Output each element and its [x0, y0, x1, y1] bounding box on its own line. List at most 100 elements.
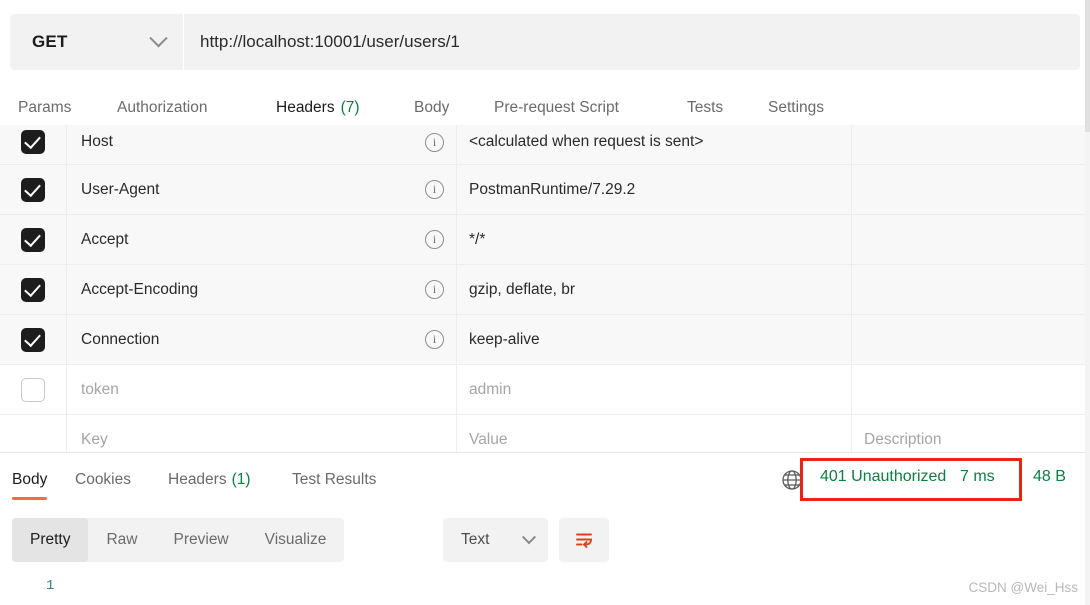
- header-value: gzip, deflate, br: [469, 280, 575, 298]
- key-placeholder-cell[interactable]: Key: [67, 415, 457, 452]
- header-value-cell[interactable]: */*: [457, 215, 852, 264]
- word-wrap-button[interactable]: [559, 518, 609, 562]
- response-format-selector[interactable]: Text: [443, 518, 548, 562]
- view-mode-raw[interactable]: Raw: [88, 518, 155, 562]
- tab-label: Params: [18, 98, 72, 116]
- response-view-mode-group: Pretty Raw Preview Visualize: [12, 518, 345, 562]
- header-value: <calculated when request is sent>: [469, 133, 704, 150]
- header-key-cell[interactable]: Accept i: [67, 215, 457, 264]
- url-input[interactable]: http://localhost:10001/user/users/1: [184, 14, 1080, 70]
- header-enabled-checkbox[interactable]: [21, 377, 45, 402]
- status-code: 401 Unauthorized: [820, 468, 947, 485]
- header-key-cell[interactable]: User-Agent i: [67, 165, 457, 214]
- row-enable-cell: [0, 215, 67, 264]
- header-key: Accept: [81, 230, 129, 248]
- request-tab-tests[interactable]: Tests: [687, 84, 723, 131]
- header-description-cell[interactable]: [852, 165, 1090, 214]
- row-enable-cell: [0, 415, 67, 452]
- url-value: http://localhost:10001/user/users/1: [200, 32, 460, 51]
- request-tab-params[interactable]: Params: [18, 84, 71, 131]
- header-description-cell[interactable]: [852, 315, 1090, 364]
- value-placeholder-cell[interactable]: Value: [457, 415, 852, 452]
- value-placeholder: Value: [469, 430, 508, 448]
- table-row[interactable]: token admin: [0, 365, 1090, 415]
- header-key: Host: [81, 133, 113, 150]
- tab-label: Headers: [168, 470, 227, 488]
- info-circle-icon[interactable]: i: [425, 230, 444, 249]
- info-circle-icon[interactable]: i: [425, 280, 444, 299]
- header-value: PostmanRuntime/7.29.2: [469, 180, 636, 198]
- header-key: Accept-Encoding: [81, 280, 199, 298]
- header-key: User-Agent: [81, 180, 160, 198]
- header-enabled-checkbox[interactable]: [21, 428, 45, 452]
- info-circle-icon[interactable]: i: [425, 132, 444, 152]
- key-placeholder: Key: [81, 430, 108, 448]
- row-enable-cell: [0, 125, 67, 164]
- tab-label: Body: [414, 98, 450, 116]
- header-value: admin: [469, 380, 512, 398]
- view-mode-preview[interactable]: Preview: [156, 518, 247, 562]
- header-key-cell[interactable]: Accept-Encoding i: [67, 265, 457, 314]
- view-mode-pretty[interactable]: Pretty: [12, 518, 89, 562]
- response-tab-cookies[interactable]: Cookies: [75, 453, 131, 506]
- tab-label: Cookies: [75, 470, 131, 488]
- header-value-cell[interactable]: PostmanRuntime/7.29.2: [457, 165, 852, 214]
- response-tab-test-results[interactable]: Test Results: [292, 453, 376, 506]
- header-key-cell[interactable]: token: [67, 365, 457, 414]
- table-row[interactable]: Accept-Encoding i gzip, deflate, br: [0, 265, 1090, 315]
- description-placeholder-cell[interactable]: Description: [852, 415, 1090, 452]
- header-description-cell[interactable]: [852, 365, 1090, 414]
- request-tab-settings[interactable]: Settings: [768, 84, 824, 131]
- tab-label: Settings: [768, 98, 825, 116]
- info-circle-icon[interactable]: i: [425, 180, 444, 199]
- tab-label: Tests: [687, 98, 724, 116]
- header-enabled-checkbox[interactable]: [21, 277, 45, 302]
- request-tab-bar: Params Authorization Headers (7) Body Pre-req…: [0, 84, 1090, 131]
- postman-window: GET http://localhost:10001/user/users/1 …: [0, 0, 1090, 605]
- request-tab-authorization[interactable]: Authorization: [117, 84, 207, 131]
- header-enabled-checkbox[interactable]: [21, 130, 45, 154]
- response-tab-headers[interactable]: Headers (1): [168, 453, 251, 506]
- scrollbar-track[interactable]: [1085, 0, 1090, 605]
- header-enabled-checkbox[interactable]: [21, 177, 45, 202]
- row-enable-cell: [0, 265, 67, 314]
- description-placeholder: Description: [864, 430, 942, 448]
- table-row[interactable]: Accept i */*: [0, 215, 1090, 265]
- line-number: 1: [46, 578, 55, 594]
- tab-label: Body: [12, 470, 48, 488]
- table-row-new[interactable]: Key Value Description: [0, 415, 1090, 452]
- request-tab-headers[interactable]: Headers (7): [276, 84, 360, 131]
- request-url-bar: GET http://localhost:10001/user/users/1: [0, 0, 1090, 84]
- request-tab-pre-request-script[interactable]: Pre-request Script: [494, 84, 619, 131]
- response-time: 7 ms: [960, 468, 995, 485]
- header-key-cell[interactable]: Host i: [67, 125, 457, 164]
- header-key-cell[interactable]: Connection i: [67, 315, 457, 364]
- header-value-cell[interactable]: keep-alive: [457, 315, 852, 364]
- header-value: */*: [469, 230, 486, 248]
- header-enabled-checkbox[interactable]: [21, 227, 45, 252]
- header-value-cell[interactable]: admin: [457, 365, 852, 414]
- table-row[interactable]: Host i <calculated when request is sent>: [0, 125, 1090, 165]
- http-method-label: GET: [32, 32, 68, 51]
- headers-table: Host i <calculated when request is sent> Us…: [0, 125, 1090, 452]
- http-method-selector[interactable]: GET: [10, 14, 183, 70]
- header-description-cell[interactable]: [852, 215, 1090, 264]
- header-value-cell[interactable]: gzip, deflate, br: [457, 265, 852, 314]
- header-key: Connection: [81, 330, 160, 348]
- response-format-label: Text: [461, 531, 490, 548]
- info-circle-icon[interactable]: i: [425, 330, 444, 349]
- table-row[interactable]: Connection i keep-alive: [0, 315, 1090, 365]
- scrollbar-thumb[interactable]: [1085, 0, 1090, 132]
- header-description-cell[interactable]: [852, 265, 1090, 314]
- request-tab-body[interactable]: Body: [414, 84, 449, 131]
- header-enabled-checkbox[interactable]: [21, 327, 45, 352]
- response-tab-body[interactable]: Body: [12, 453, 48, 506]
- header-value-cell[interactable]: <calculated when request is sent>: [457, 125, 852, 164]
- row-enable-cell: [0, 315, 67, 364]
- header-key: token: [81, 380, 119, 398]
- tab-count: (1): [231, 470, 251, 488]
- view-mode-visualize[interactable]: Visualize: [247, 518, 345, 562]
- chevron-down-icon: [149, 28, 168, 47]
- header-description-cell[interactable]: [852, 125, 1090, 164]
- table-row[interactable]: User-Agent i PostmanRuntime/7.29.2: [0, 165, 1090, 215]
